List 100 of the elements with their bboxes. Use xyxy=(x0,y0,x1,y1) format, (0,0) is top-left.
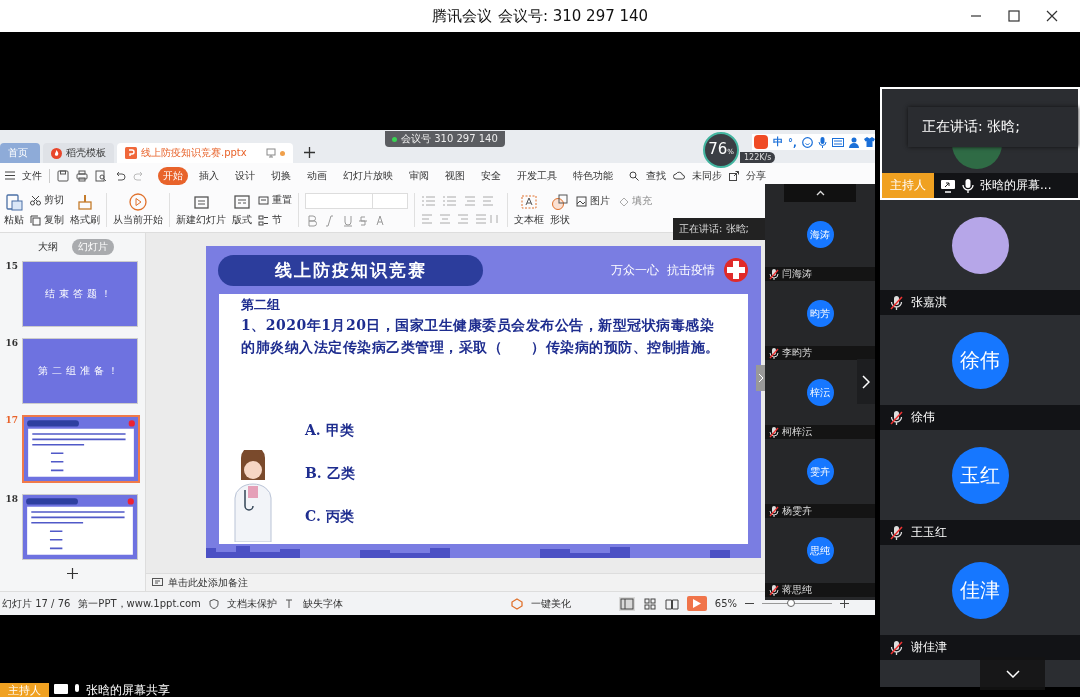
new-slide-icon xyxy=(192,193,210,211)
sync-button[interactable]: 未同步 xyxy=(692,168,722,183)
scissors-icon xyxy=(30,194,41,206)
paint-bucket-icon xyxy=(618,195,629,207)
print-icon[interactable] xyxy=(76,169,88,182)
slide-number: 17 xyxy=(5,415,18,425)
picture-button[interactable]: 图片 xyxy=(576,194,610,208)
user-icon[interactable] xyxy=(848,136,859,148)
section-button[interactable]: 节 xyxy=(258,213,292,227)
paste-button[interactable]: 粘贴 xyxy=(4,193,24,227)
close-icon[interactable] xyxy=(1046,10,1058,22)
format-painter-button[interactable]: 格式刷 xyxy=(70,193,100,227)
menu-tab[interactable]: 动画 xyxy=(302,166,332,185)
layout-button[interactable]: 版式 xyxy=(232,193,252,227)
slide-thumbnail[interactable] xyxy=(21,494,138,560)
menu-tab[interactable]: 审阅 xyxy=(404,166,434,185)
reset-icon xyxy=(258,194,269,206)
input-method-logo xyxy=(754,135,768,149)
slide-thumbnail[interactable]: 第二组准备！ xyxy=(21,338,138,404)
new-slide-button[interactable]: 新建幻灯片 xyxy=(176,193,226,227)
play-icon xyxy=(129,193,147,211)
protection-status[interactable]: 文档未保护 xyxy=(226,596,277,611)
normal-view-icon[interactable] xyxy=(618,596,635,611)
participant-name: 蒋思纯 xyxy=(782,583,812,597)
slide-slogan: 万众一心 抗击疫情 xyxy=(611,261,715,279)
screen-share-icon xyxy=(54,684,68,696)
save-icon[interactable] xyxy=(57,169,69,182)
speaking-tooltip: 正在讲话: 张晗; xyxy=(673,218,765,240)
zoom-level[interactable]: 65% xyxy=(714,598,738,609)
slide-thumbnail[interactable]: 结束答题！ xyxy=(21,261,138,327)
font-size-field[interactable] xyxy=(373,193,408,209)
fill-button[interactable]: 填充 xyxy=(618,194,652,208)
slideshow-button[interactable] xyxy=(686,596,707,611)
layout-icon xyxy=(233,193,251,211)
avatar-initials: 徐伟 xyxy=(951,331,1009,389)
shapes-icon xyxy=(551,193,569,211)
cube-icon xyxy=(510,597,523,610)
avatar-initials: 思纯 xyxy=(806,537,834,564)
zoom-in-icon[interactable] xyxy=(840,599,850,608)
pane-tab[interactable]: 大纲 xyxy=(31,239,64,255)
share-icon xyxy=(729,170,739,181)
slide-title: 线上防疫知识竞赛 xyxy=(218,254,483,286)
print-preview-icon[interactable] xyxy=(95,169,107,182)
menu-tab[interactable]: 视图 xyxy=(440,166,470,185)
reading-view-icon[interactable] xyxy=(664,596,679,611)
text-box-button[interactable]: 文本框 xyxy=(514,193,544,227)
host-badge: 主持人 xyxy=(882,173,934,198)
maximize-icon[interactable] xyxy=(1008,10,1020,22)
speaking-label: 正在讲话: 张晗; xyxy=(908,107,1078,147)
share-button[interactable]: 分享 xyxy=(746,168,766,183)
presentation-file-icon xyxy=(125,147,137,159)
microphone-icon[interactable] xyxy=(817,136,827,148)
participant-name: 闫海涛 xyxy=(782,267,812,281)
unsaved-dot xyxy=(280,150,285,156)
punctuation-toggle[interactable]: °, xyxy=(788,136,797,148)
participant-name: 柯梓沄 xyxy=(782,425,812,439)
file-menu[interactable]: 文件 xyxy=(22,168,42,183)
host-badge: 主持人 xyxy=(0,683,49,697)
clipboard-icon xyxy=(5,193,23,211)
next-slide-button[interactable] xyxy=(756,365,766,391)
menu-tab[interactable]: 设计 xyxy=(230,166,260,185)
avatar-initials: 海涛 xyxy=(806,221,834,248)
medical-cross-icon xyxy=(723,257,749,283)
picture-icon xyxy=(576,195,587,207)
chevron-right-icon xyxy=(862,374,870,389)
copy-button[interactable]: 复制 xyxy=(30,213,64,227)
screen-share-caption: 张晗的屏幕共享 xyxy=(86,681,170,697)
menu-tab[interactable]: 插入 xyxy=(194,166,224,185)
smiley-icon[interactable] xyxy=(801,136,813,148)
shape-button[interactable]: 形状 xyxy=(550,193,570,227)
avatar-initials: 梓沄 xyxy=(806,379,834,406)
slide-thumbnail[interactable] xyxy=(21,415,140,483)
new-tab-icon[interactable] xyxy=(304,147,315,158)
participant-name: 谢佳津 xyxy=(911,639,947,656)
menu-tab[interactable]: 开发工具 xyxy=(512,166,562,185)
play-from-current-button[interactable]: 从当前开始 xyxy=(113,193,163,227)
next-page-button[interactable] xyxy=(857,359,875,404)
input-mode-toggle[interactable]: 中 xyxy=(773,135,783,149)
meeting-number: 会议号: 310 297 140 xyxy=(497,6,649,26)
font-name-field[interactable] xyxy=(305,193,373,209)
menu-tab[interactable]: 安全 xyxy=(476,166,506,185)
missing-fonts-button[interactable]: 缺失字体 xyxy=(302,596,343,611)
menu-icon[interactable] xyxy=(5,171,15,180)
undo-icon[interactable] xyxy=(114,169,126,182)
document-tab[interactable]: 线上防疫知识竞赛.pptx xyxy=(117,143,293,163)
slide-number: 15 xyxy=(5,261,18,271)
theme-name: 第一PPT，www.1ppt.com xyxy=(78,596,201,611)
group-heading: 第二组 xyxy=(241,296,281,314)
reset-button[interactable]: 重置 xyxy=(258,193,292,207)
shirt-icon[interactable] xyxy=(863,137,875,147)
menu-tab[interactable]: 切换 xyxy=(266,166,296,185)
grid-view-icon[interactable] xyxy=(642,596,657,611)
add-slide-icon[interactable] xyxy=(67,568,78,579)
document-tab[interactable]: 稻壳模板 xyxy=(43,143,114,163)
beautify-button[interactable]: 一键美化 xyxy=(530,596,571,611)
search-button[interactable]: 查找 xyxy=(646,168,666,183)
menu-tab[interactable]: 幻灯片放映 xyxy=(338,166,398,185)
cut-button[interactable]: 剪切 xyxy=(30,193,64,207)
menu-tab[interactable]: 特色功能 xyxy=(568,166,618,185)
keyboard-icon[interactable] xyxy=(831,137,844,147)
